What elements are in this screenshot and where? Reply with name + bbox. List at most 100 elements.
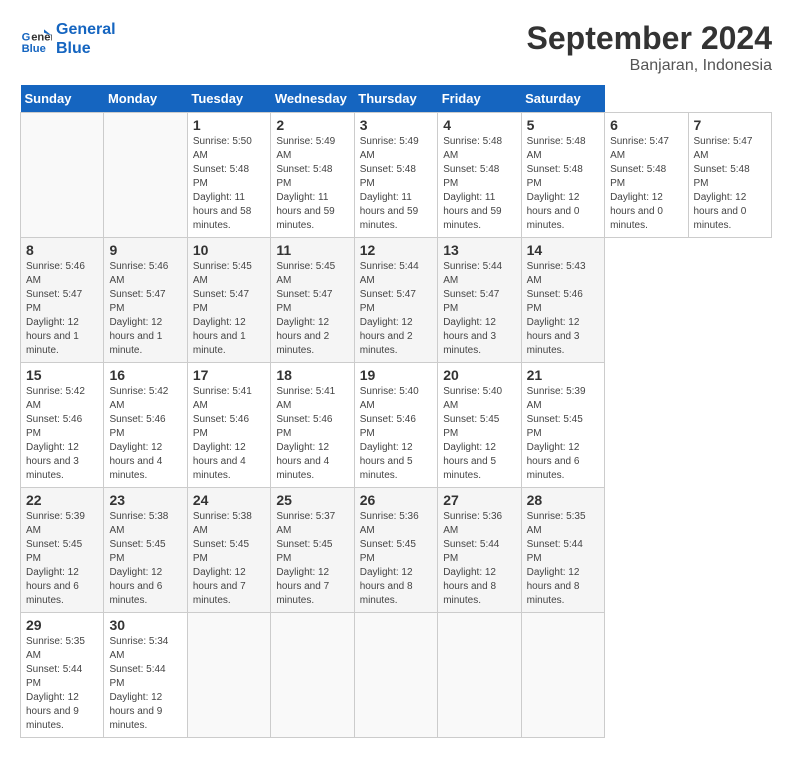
day-number: 26: [360, 492, 432, 508]
week-row-3: 15 Sunrise: 5:42 AMSunset: 5:46 PMDayligh…: [21, 363, 772, 488]
day-info: Sunrise: 5:42 AMSunset: 5:46 PMDaylight:…: [26, 385, 98, 483]
day-number: 25: [276, 492, 348, 508]
col-header-wednesday: Wednesday: [271, 85, 354, 113]
day-cell: [21, 113, 104, 238]
week-row-1: 1 Sunrise: 5:50 AMSunset: 5:48 PMDaylight…: [21, 113, 772, 238]
day-cell: 1 Sunrise: 5:50 AMSunset: 5:48 PMDaylight…: [187, 113, 270, 238]
week-row-2: 8 Sunrise: 5:46 AMSunset: 5:47 PMDaylight…: [21, 238, 772, 363]
day-info: Sunrise: 5:40 AMSunset: 5:45 PMDaylight:…: [443, 385, 515, 483]
day-cell: 7 Sunrise: 5:47 AMSunset: 5:48 PMDaylight…: [688, 113, 772, 238]
logo-text: GeneralBlue: [56, 20, 116, 58]
day-number: 19: [360, 367, 432, 383]
day-info: Sunrise: 5:46 AMSunset: 5:47 PMDaylight:…: [26, 260, 98, 358]
day-number: 11: [276, 242, 348, 258]
day-info: Sunrise: 5:35 AMSunset: 5:44 PMDaylight:…: [26, 635, 98, 733]
day-cell: 9 Sunrise: 5:46 AMSunset: 5:47 PMDaylight…: [104, 238, 187, 363]
day-cell: 21Sunrise: 5:39 AMSunset: 5:45 PMDayligh…: [521, 363, 604, 488]
day-cell: 29 Sunrise: 5:35 AMSunset: 5:44 PMDayligh…: [21, 613, 104, 738]
day-cell: 17 Sunrise: 5:41 AMSunset: 5:46 PMDayligh…: [187, 363, 270, 488]
day-cell: 20 Sunrise: 5:40 AMSunset: 5:45 PMDayligh…: [438, 363, 521, 488]
day-number: 20: [443, 367, 515, 383]
day-cell: 28 Sunrise: 5:35 AMSunset: 5:44 PMDayligh…: [521, 488, 604, 613]
day-cell: 5Sunrise: 5:48 AMSunset: 5:48 PMDaylight…: [521, 113, 604, 238]
day-info: Sunrise: 5:35 AMSunset: 5:44 PMDaylight:…: [527, 510, 599, 608]
day-cell: [187, 613, 270, 738]
day-cell: [104, 113, 187, 238]
col-header-saturday: Saturday: [521, 85, 604, 113]
day-cell: 23Sunrise: 5:38 AMSunset: 5:45 PMDayligh…: [104, 488, 187, 613]
day-cell: 27 Sunrise: 5:36 AMSunset: 5:44 PMDayligh…: [438, 488, 521, 613]
svg-text:G: G: [22, 32, 31, 44]
day-cell: 3Sunrise: 5:49 AMSunset: 5:48 PMDaylight…: [354, 113, 437, 238]
day-cell: 16 Sunrise: 5:42 AMSunset: 5:46 PMDayligh…: [104, 363, 187, 488]
day-cell: [521, 613, 604, 738]
month-title: September 2024: [527, 20, 772, 57]
day-number: 12: [360, 242, 432, 258]
col-header-tuesday: Tuesday: [187, 85, 270, 113]
title-block: September 2024 Banjaran, Indonesia: [527, 20, 772, 75]
day-info: Sunrise: 5:46 AMSunset: 5:47 PMDaylight:…: [109, 260, 181, 358]
day-info: Sunrise: 5:37 AMSunset: 5:45 PMDaylight:…: [276, 510, 348, 608]
day-info: Sunrise: 5:36 AMSunset: 5:44 PMDaylight:…: [443, 510, 515, 608]
day-number: 18: [276, 367, 348, 383]
header-row: SundayMondayTuesdayWednesdayThursdayFrid…: [21, 85, 772, 113]
col-header-sunday: Sunday: [21, 85, 104, 113]
day-number: 10: [193, 242, 265, 258]
logo-icon: G eneral Blue: [20, 23, 52, 55]
day-info: Sunrise: 5:39 AMSunset: 5:45 PMDaylight:…: [527, 385, 599, 483]
day-info: Sunrise: 5:42 AMSunset: 5:46 PMDaylight:…: [109, 385, 181, 483]
day-number: 22: [26, 492, 98, 508]
day-cell: 4 Sunrise: 5:48 AMSunset: 5:48 PMDaylight…: [438, 113, 521, 238]
day-number: 5: [527, 117, 599, 133]
day-cell: 30Sunrise: 5:34 AMSunset: 5:44 PMDayligh…: [104, 613, 187, 738]
day-cell: 6 Sunrise: 5:47 AMSunset: 5:48 PMDaylight…: [605, 113, 688, 238]
week-row-4: 22Sunrise: 5:39 AMSunset: 5:45 PMDayligh…: [21, 488, 772, 613]
day-info: Sunrise: 5:50 AMSunset: 5:48 PMDaylight:…: [193, 135, 265, 233]
day-number: 8: [26, 242, 98, 258]
day-number: 4: [443, 117, 515, 133]
day-cell: 18Sunrise: 5:41 AMSunset: 5:46 PMDayligh…: [271, 363, 354, 488]
location: Banjaran, Indonesia: [527, 57, 772, 75]
page-header: G eneral Blue GeneralBlue September 2024…: [20, 20, 772, 75]
day-number: 29: [26, 617, 98, 633]
day-info: Sunrise: 5:38 AMSunset: 5:45 PMDaylight:…: [109, 510, 181, 608]
svg-text:Blue: Blue: [22, 43, 46, 55]
day-number: 30: [109, 617, 181, 633]
day-cell: 26 Sunrise: 5:36 AMSunset: 5:45 PMDayligh…: [354, 488, 437, 613]
day-info: Sunrise: 5:45 AMSunset: 5:47 PMDaylight:…: [193, 260, 265, 358]
day-info: Sunrise: 5:38 AMSunset: 5:45 PMDaylight:…: [193, 510, 265, 608]
day-number: 16: [109, 367, 181, 383]
day-cell: 25 Sunrise: 5:37 AMSunset: 5:45 PMDayligh…: [271, 488, 354, 613]
day-number: 1: [193, 117, 265, 133]
week-row-5: 29 Sunrise: 5:35 AMSunset: 5:44 PMDayligh…: [21, 613, 772, 738]
day-cell: [438, 613, 521, 738]
day-number: 6: [610, 117, 682, 133]
logo: G eneral Blue GeneralBlue: [20, 20, 116, 58]
day-number: 17: [193, 367, 265, 383]
day-number: 9: [109, 242, 181, 258]
day-number: 2: [276, 117, 348, 133]
day-cell: 15 Sunrise: 5:42 AMSunset: 5:46 PMDayligh…: [21, 363, 104, 488]
day-info: Sunrise: 5:49 AMSunset: 5:48 PMDaylight:…: [360, 135, 432, 233]
calendar-table: SundayMondayTuesdayWednesdayThursdayFrid…: [20, 85, 772, 738]
day-info: Sunrise: 5:47 AMSunset: 5:48 PMDaylight:…: [694, 135, 767, 233]
day-number: 27: [443, 492, 515, 508]
day-number: 28: [527, 492, 599, 508]
day-cell: 12 Sunrise: 5:44 AMSunset: 5:47 PMDayligh…: [354, 238, 437, 363]
day-cell: 2Sunrise: 5:49 AMSunset: 5:48 PMDaylight…: [271, 113, 354, 238]
day-info: Sunrise: 5:41 AMSunset: 5:46 PMDaylight:…: [193, 385, 265, 483]
day-info: Sunrise: 5:36 AMSunset: 5:45 PMDaylight:…: [360, 510, 432, 608]
day-info: Sunrise: 5:47 AMSunset: 5:48 PMDaylight:…: [610, 135, 682, 233]
day-info: Sunrise: 5:44 AMSunset: 5:47 PMDaylight:…: [360, 260, 432, 358]
day-number: 15: [26, 367, 98, 383]
day-cell: 19Sunrise: 5:40 AMSunset: 5:46 PMDayligh…: [354, 363, 437, 488]
day-cell: [354, 613, 437, 738]
day-info: Sunrise: 5:48 AMSunset: 5:48 PMDaylight:…: [443, 135, 515, 233]
day-info: Sunrise: 5:43 AMSunset: 5:46 PMDaylight:…: [527, 260, 599, 358]
day-cell: [271, 613, 354, 738]
day-info: Sunrise: 5:44 AMSunset: 5:47 PMDaylight:…: [443, 260, 515, 358]
day-number: 7: [694, 117, 767, 133]
day-cell: 22Sunrise: 5:39 AMSunset: 5:45 PMDayligh…: [21, 488, 104, 613]
day-cell: 11Sunrise: 5:45 AMSunset: 5:47 PMDayligh…: [271, 238, 354, 363]
day-number: 24: [193, 492, 265, 508]
